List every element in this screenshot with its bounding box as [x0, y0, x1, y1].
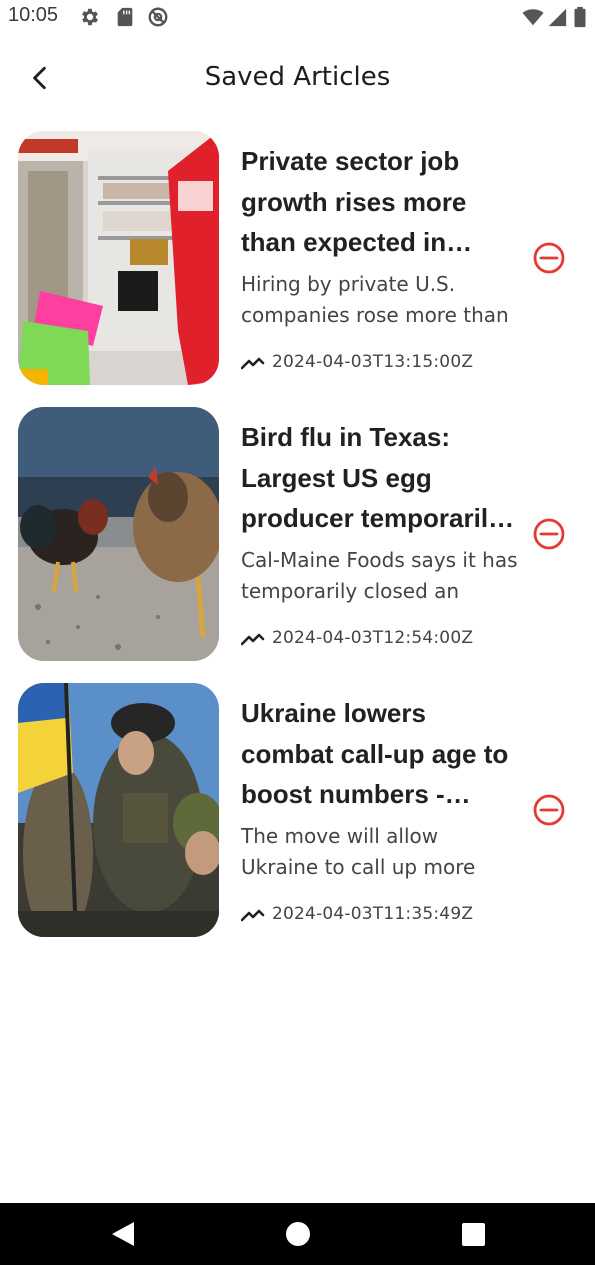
- article-title[interactable]: Ukraine lowers combat call-up age to boo…: [241, 693, 516, 815]
- article-thumbnail[interactable]: [18, 683, 219, 937]
- article-date-row: 2024-04-03T12:54:00Z: [241, 625, 473, 651]
- article-date-row: 2024-04-03T11:35:49Z: [241, 901, 473, 927]
- remove-circle-icon: [533, 794, 565, 826]
- trending-up-icon: [241, 357, 265, 370]
- article-description: Cal-Maine Foods says it has temporarily …: [241, 548, 518, 603]
- roosters-image: [18, 407, 219, 661]
- article-date: 2024-04-03T11:35:49Z: [272, 904, 474, 924]
- soldiers-image: [18, 683, 219, 937]
- page-title: Saved Articles: [204, 62, 391, 92]
- article-title[interactable]: Private sector job growth rises more tha…: [241, 141, 516, 263]
- system-nav-bar: [0, 1203, 595, 1265]
- back-triangle-icon: [112, 1222, 134, 1246]
- nav-recents-button[interactable]: [456, 1217, 490, 1251]
- sd-card-icon: [117, 7, 133, 27]
- nav-back-button[interactable]: [106, 1217, 140, 1251]
- remove-article-button[interactable]: [532, 793, 566, 827]
- gear-icon: [82, 8, 98, 26]
- app-header: Saved Articles: [0, 48, 595, 108]
- article-card[interactable]: Ukraine lowers combat call-up age to boo…: [0, 683, 595, 939]
- article-title[interactable]: Bird flu in Texas: Largest US egg produc…: [241, 417, 516, 539]
- status-bar: 10:05: [0, 0, 595, 34]
- remove-article-button[interactable]: [532, 241, 566, 275]
- article-card[interactable]: Bird flu in Texas: Largest US egg produc…: [0, 407, 595, 663]
- article-thumbnail[interactable]: [18, 407, 219, 661]
- remove-circle-icon: [533, 242, 565, 274]
- article-description: Hiring by private U.S. companies rose mo…: [241, 272, 509, 327]
- article-date-row: 2024-04-03T13:15:00Z: [241, 349, 473, 375]
- remove-circle-icon: [533, 518, 565, 550]
- article-thumbnail[interactable]: [18, 131, 219, 385]
- wifi-icon: [522, 9, 544, 26]
- home-circle-icon: [286, 1222, 310, 1246]
- store-shelves-image: [18, 131, 219, 385]
- article-date: 2024-04-03T13:15:00Z: [272, 352, 474, 372]
- remove-article-button[interactable]: [532, 517, 566, 551]
- recents-square-icon: [462, 1223, 485, 1246]
- article-card[interactable]: Private sector job growth rises more tha…: [0, 131, 595, 387]
- battery-icon: [574, 6, 586, 28]
- trending-up-icon: [241, 633, 265, 646]
- nav-home-button[interactable]: [281, 1217, 315, 1251]
- signal-icon: [548, 8, 567, 27]
- article-description: The move will allow Ukraine to call up m…: [241, 824, 476, 879]
- trending-up-icon: [241, 909, 265, 922]
- article-date: 2024-04-03T12:54:00Z: [272, 628, 474, 648]
- no-sync-icon: [148, 7, 168, 27]
- status-time: 10:05: [8, 4, 59, 26]
